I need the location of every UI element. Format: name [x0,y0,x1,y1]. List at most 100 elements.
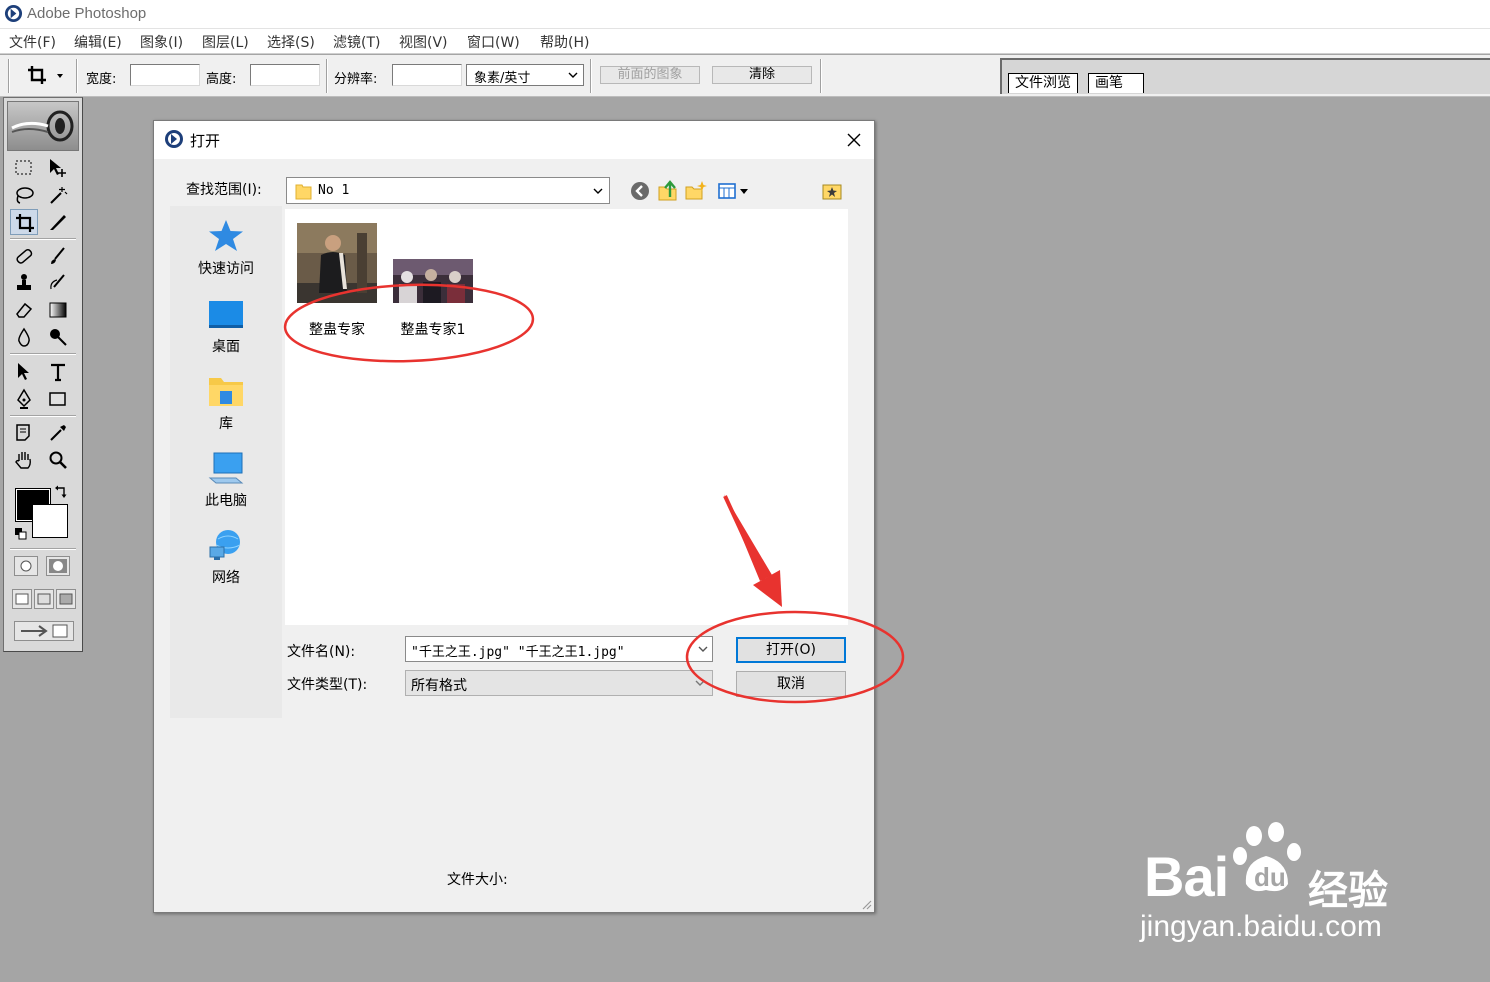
place-library[interactable]: 库 [170,373,282,433]
toolbox-divider [10,415,76,417]
close-icon[interactable] [844,130,864,150]
history-brush-tool[interactable] [44,270,72,296]
hand-tool[interactable] [10,447,38,473]
menu-edit[interactable]: 编辑(E) [74,32,122,52]
lasso-tool[interactable] [10,182,38,208]
file-name-input[interactable]: "千王之王.jpg" "千王之王1.jpg" [405,636,713,662]
file-name: 整蛊专家 [309,322,365,338]
screen-mode-full[interactable] [56,589,76,609]
standard-mode-button[interactable] [14,556,38,576]
tab-file-browser[interactable]: 文件浏览 [1008,73,1078,93]
watermark-brand-cn: 经验 [1308,869,1388,913]
gradient-icon [49,302,67,318]
crop-icon [28,66,63,84]
note-icon [16,424,30,441]
marquee-tool[interactable] [10,155,38,181]
view-menu-icon[interactable] [717,179,751,203]
file-item[interactable]: 整蛊专家1 [393,259,473,339]
file-type-value: 所有格式 [411,678,467,694]
path-selection-tool[interactable] [10,359,38,385]
library-folder-icon [209,378,243,406]
hand-icon [15,452,31,469]
quick-mask-button[interactable] [46,556,70,576]
eraser-tool[interactable] [10,297,38,323]
look-in-select[interactable]: No 1 [286,177,610,204]
window-icon [59,593,73,605]
chevron-down-icon [698,646,708,652]
back-icon[interactable] [628,179,652,203]
new-folder-icon[interactable] [684,179,708,203]
place-desktop[interactable]: 桌面 [170,296,282,356]
menu-select[interactable]: 选择(S) [267,32,315,52]
jump-to-imageready-button[interactable] [14,621,74,641]
place-label: 快速访问 [198,261,254,277]
background-color-swatch[interactable] [32,504,68,538]
computer-icon [208,452,244,484]
eyedropper-tool[interactable] [44,420,72,446]
notes-tool[interactable] [10,420,38,446]
brush-tool[interactable] [44,243,72,269]
folder-icon [295,184,312,200]
resolution-input[interactable] [392,64,462,86]
watermark-url: jingyan.baidu.com [1140,910,1382,943]
cancel-button[interactable]: 取消 [736,671,846,697]
menu-view[interactable]: 视图(V) [399,32,448,52]
menu-image[interactable]: 图象(I) [140,32,183,52]
default-colors-icon[interactable] [15,528,27,540]
move-tool[interactable] [44,155,72,181]
place-quick-access[interactable]: 快速访问 [170,218,282,278]
chevron-down-icon [695,680,705,686]
crop-tool[interactable] [10,209,38,235]
place-this-pc[interactable]: 此电脑 [170,450,282,510]
height-input[interactable] [250,64,320,86]
swap-colors-icon[interactable] [54,485,68,499]
favorite-folder-icon[interactable] [820,179,844,203]
place-label: 此电脑 [205,493,247,509]
brush-icon [51,247,65,264]
menu-window[interactable]: 窗口(W) [467,32,520,52]
file-type-select[interactable]: 所有格式 [405,670,713,696]
photoshop-eye-logo-icon [11,110,74,142]
pen-tool[interactable] [10,386,38,412]
zoom-tool[interactable] [44,447,72,473]
slice-tool[interactable] [44,209,72,235]
up-folder-icon[interactable] [656,179,680,203]
place-label: 网络 [212,570,240,586]
toolbox-divider [10,548,76,550]
resolution-unit-select[interactable]: 象素/英寸 [466,64,584,86]
gradient-tool[interactable] [44,297,72,323]
tool-preset-picker[interactable] [22,62,70,88]
width-input[interactable] [130,64,200,86]
type-tool[interactable] [44,359,72,385]
menu-help[interactable]: 帮助(H) [540,32,589,52]
magic-wand-icon [50,187,68,204]
front-image-button[interactable]: 前面的图象 [600,66,700,84]
file-name-label: 文件名(N): [287,644,356,660]
magic-wand-tool[interactable] [44,182,72,208]
menu-file[interactable]: 文件(F) [9,32,56,52]
resize-grip-icon[interactable] [860,898,872,910]
blur-tool[interactable] [10,324,38,350]
toolbox-header-logo[interactable] [7,101,79,151]
marquee-icon [15,160,32,175]
shape-tool[interactable] [44,386,72,412]
tab-brushes[interactable]: 画笔 [1088,73,1144,93]
file-item[interactable]: 整蛊专家 [297,223,377,339]
water-drop-icon [18,327,30,347]
place-network[interactable]: 网络 [170,527,282,587]
menu-layer[interactable]: 图层(L) [202,32,249,52]
screen-mode-full-menu[interactable] [34,589,54,609]
options-divider [326,59,328,93]
dodge-tool[interactable] [44,324,72,350]
toolbox-divider [10,353,76,355]
baidu-jingyan-watermark: Bai du 经验 jingyan.baidu.com [1140,818,1420,958]
open-button[interactable]: 打开(O) [736,637,846,663]
photoshop-app-icon [4,4,23,23]
healing-brush-tool[interactable] [10,243,38,269]
clear-button[interactable]: 清除 [712,66,812,84]
menu-filter[interactable]: 滤镜(T) [333,32,380,52]
dialog-titlebar: 打开 [154,121,874,159]
clone-stamp-tool[interactable] [10,270,38,296]
file-list[interactable]: 整蛊专家 整蛊专家1 [285,209,848,625]
screen-mode-standard[interactable] [12,589,32,609]
